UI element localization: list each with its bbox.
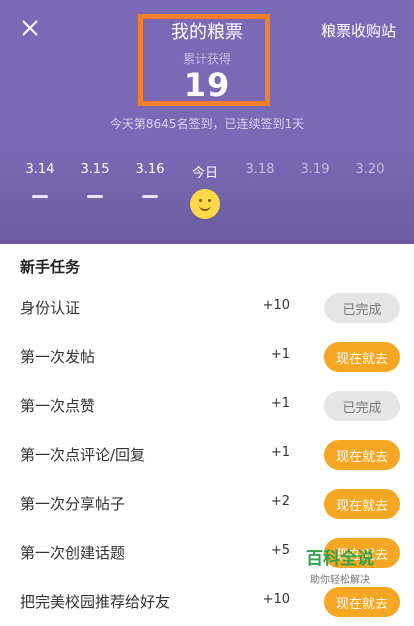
watermark-title: 百科全说 — [306, 549, 374, 569]
day-label: 3.19 — [300, 162, 330, 177]
task-points: +10 — [262, 592, 290, 607]
task-points: +10 — [262, 298, 290, 313]
smiley-face-icon — [190, 189, 220, 219]
header: 我的粮票 粮票收购站 累计获得 19 今天第8645名签到，已连续签到1天 3.… — [0, 0, 414, 244]
day-label: 3.16 — [135, 162, 165, 177]
task-points: +2 — [270, 494, 290, 509]
watermark: 百科全说 助你轻松解决 — [306, 544, 374, 586]
day-label: 3.15 — [80, 162, 110, 177]
day-2: 3.16 — [125, 162, 175, 198]
day-today: 今日 — [180, 162, 230, 219]
day-mark — [32, 195, 48, 198]
task-go-button[interactable]: 现在就去 — [324, 342, 400, 372]
task-name: 第一次创建话题 — [20, 544, 126, 562]
task-name: 第一次点赞 — [20, 397, 96, 415]
day-4: 3.18 — [235, 162, 285, 177]
task-done-button[interactable]: 已完成 — [324, 293, 400, 323]
task-points: +5 — [270, 543, 290, 558]
day-label: 3.14 — [25, 162, 55, 177]
task-name: 身份认证 — [20, 299, 81, 317]
day-0: 3.14 — [15, 162, 65, 198]
task-row: 第一次点赞 +1 已完成 — [0, 381, 414, 430]
task-row: 第一次点评论/回复 +1 现在就去 — [0, 430, 414, 479]
task-go-button[interactable]: 现在就去 — [324, 489, 400, 519]
grain-shop-link[interactable]: 粮票收购站 — [321, 20, 396, 41]
task-points: +1 — [270, 396, 290, 411]
task-row: 第一次发帖 +1 现在就去 — [0, 332, 414, 381]
task-name: 第一次点评论/回复 — [20, 446, 146, 464]
task-points: +1 — [270, 445, 290, 460]
task-row: 身份认证 +10 已完成 — [0, 283, 414, 332]
highlight-box — [138, 14, 270, 106]
day-mark — [142, 195, 158, 198]
day-mark — [87, 195, 103, 198]
day-label: 3.18 — [245, 162, 275, 177]
task-name: 第一次分享帖子 — [20, 495, 126, 513]
task-done-button[interactable]: 已完成 — [324, 391, 400, 421]
day-label: 今日 — [191, 166, 218, 181]
task-go-button[interactable]: 现在就去 — [324, 587, 400, 617]
task-points: +1 — [270, 347, 290, 362]
day-1: 3.15 — [70, 162, 120, 198]
task-row: 第一次分享帖子 +2 现在就去 — [0, 479, 414, 528]
section-title: 新手任务 — [20, 258, 81, 276]
task-go-button[interactable]: 现在就去 — [324, 440, 400, 470]
task-name: 第一次发帖 — [20, 348, 96, 366]
day-5: 3.19 — [290, 162, 340, 177]
day-6: 3.20 — [345, 162, 395, 177]
day-label: 3.20 — [355, 162, 385, 177]
task-name: 把完美校园推荐给好友 — [20, 593, 171, 611]
watermark-subtitle: 助你轻松解决 — [310, 575, 370, 586]
checkin-summary: 今天第8645名签到，已连续签到1天 — [109, 117, 305, 131]
